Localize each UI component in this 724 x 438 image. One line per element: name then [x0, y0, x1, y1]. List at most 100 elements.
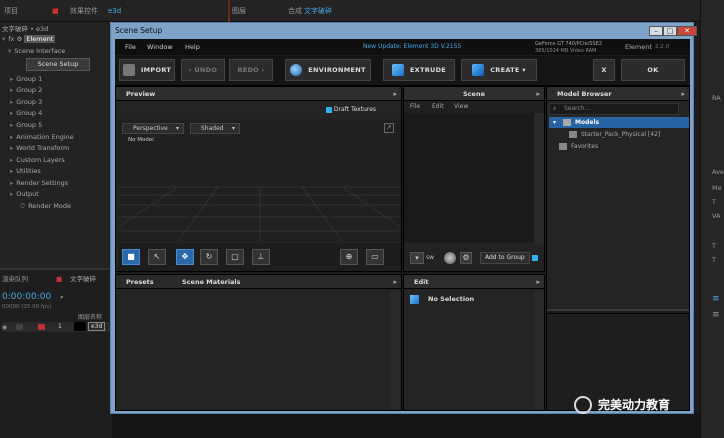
search-icon[interactable]: ⌕	[60, 292, 64, 303]
tab-presets[interactable]: Presets	[126, 278, 154, 286]
layer-name[interactable]: e3d	[88, 322, 106, 331]
menu-help[interactable]: Help	[185, 39, 200, 55]
tree-item-favorites[interactable]: Favorites	[559, 141, 598, 152]
chevron-right-icon[interactable]: ▸	[393, 275, 397, 289]
section-row[interactable]: ▸ World Transform	[10, 143, 69, 154]
render-mode-label: Render Mode	[28, 202, 71, 210]
group-row[interactable]: ▸ Group 2	[10, 85, 42, 96]
folder-icon[interactable]: ▾	[410, 252, 424, 264]
add-to-group-button[interactable]: Add to Group	[480, 252, 530, 264]
tab-e3d[interactable]: e3d	[108, 4, 121, 18]
close-icon[interactable]: ■	[56, 274, 62, 285]
redo-button[interactable]: REDO ›	[229, 59, 273, 81]
close-icon[interactable]: ✕	[677, 26, 697, 36]
group-row[interactable]: ▸ Group 1	[10, 74, 42, 85]
effect-header[interactable]: ▾ fx ⚙ Element	[2, 34, 56, 45]
fps-readout: 00000 (25.00 fps)	[2, 304, 52, 310]
scene-interface-row[interactable]: ▾ Scene Interface	[8, 46, 65, 57]
section-row[interactable]: ▸ Animation Engine	[10, 132, 74, 143]
environment-button[interactable]: ENVIRONMENT	[285, 59, 371, 81]
presets-scrollbar[interactable]	[390, 291, 400, 409]
maximize-icon[interactable]: □	[663, 26, 677, 36]
cancel-button[interactable]: X	[593, 59, 615, 81]
group-row[interactable]: ▸ Group 4	[10, 108, 42, 119]
material-icon[interactable]	[444, 252, 456, 264]
section-label: Animation Engine	[16, 133, 74, 141]
tab-effect-controls[interactable]: 效果控件	[70, 4, 98, 18]
settings-icon[interactable]: ⚙	[460, 252, 472, 264]
solo-toggle[interactable]	[16, 324, 23, 330]
section-row[interactable]: ▸ Output	[10, 189, 39, 200]
chevron-right-icon[interactable]: ▸	[536, 275, 540, 289]
scene-menu-file[interactable]: File	[410, 101, 420, 113]
tab-scene-materials[interactable]: Scene Materials	[182, 275, 241, 289]
tab-timeline-comp[interactable]: 文字破碎	[70, 274, 96, 285]
section-row[interactable]: ▸ Render Settings	[10, 178, 68, 189]
scene-scrollbar[interactable]	[534, 113, 544, 243]
chevron-right-icon[interactable]: ▸	[393, 87, 397, 101]
scene-menu-edit[interactable]: Edit	[432, 101, 444, 113]
update-notice[interactable]: New Update: Element 3D V.2155	[363, 39, 461, 55]
pivot-tool-icon[interactable]: ⊥	[252, 249, 270, 265]
section-row[interactable]: ▸ Custom Layers	[10, 155, 65, 166]
menu-file[interactable]: File	[125, 39, 136, 55]
environment-label: ENVIRONMENT	[308, 66, 366, 74]
extrude-button[interactable]: EXTRUDE	[383, 59, 455, 81]
switch-icon[interactable]: sw	[426, 254, 434, 261]
tab-project[interactable]: 项目	[4, 4, 18, 18]
monitor-icon[interactable]: ▭	[366, 249, 384, 265]
align-center-icon[interactable]: ≡	[712, 310, 720, 320]
checkbox[interactable]	[326, 106, 332, 113]
viewport[interactable]: Perspective ▾ Shaded ▾ ↗ No Model	[118, 119, 401, 241]
draft-textures-toggle[interactable]: Draft Textures	[326, 106, 376, 113]
rotate-tool-icon[interactable]: ↻	[200, 249, 218, 265]
menu-window[interactable]: Window	[147, 39, 173, 55]
minimize-icon[interactable]: –	[649, 26, 663, 36]
chevron-right-icon: ▸	[10, 156, 14, 164]
chevron-right-icon[interactable]: ▸	[536, 87, 540, 101]
group-label: Group 1	[16, 75, 43, 83]
scene-setup-button[interactable]: Scene Setup	[26, 58, 90, 71]
tree-item-pack[interactable]: Starter_Pack_Physical [42]	[569, 129, 660, 140]
import-button[interactable]: IMPORT	[119, 59, 175, 81]
create-button[interactable]: CREATE ▾	[461, 59, 537, 81]
align-left-icon[interactable]: ≡	[712, 294, 720, 304]
record-icon: ■	[52, 7, 59, 15]
scene-tree[interactable]	[404, 113, 534, 243]
scale-tool-icon[interactable]: ▢	[226, 249, 244, 265]
fullscreen-icon[interactable]: ↗	[384, 123, 394, 133]
scene-interface-label: Scene Interface	[14, 47, 66, 55]
select-tool-icon[interactable]: ↖	[148, 249, 166, 265]
group-row[interactable]: ▸ Group 5	[10, 120, 42, 131]
render-mode-row[interactable]: ⏱ Render Mode	[20, 201, 71, 212]
tab-comp-name[interactable]: 文字破碎	[304, 4, 332, 18]
table-row[interactable]: ◉ 1 e3d	[2, 322, 112, 332]
shading-dropdown[interactable]: Shaded ▾	[190, 123, 240, 134]
app-tab-bar: 项目 ■ 效果控件 e3d 图层 合成 文字破碎	[0, 0, 724, 22]
search-input[interactable]: ⌕ Search...	[549, 103, 679, 115]
ok-button[interactable]: OK	[621, 59, 685, 81]
camera-tool-icon[interactable]: ■	[122, 249, 140, 265]
eye-icon[interactable]: ◉	[2, 324, 7, 331]
move-tool-icon[interactable]: ✥	[176, 249, 194, 265]
tab-render-queue[interactable]: 渲染队列	[2, 274, 28, 285]
edit-scrollbar[interactable]	[534, 291, 544, 409]
target-icon[interactable]: ⊕	[340, 249, 358, 265]
tab-layer[interactable]: 图层	[232, 4, 246, 18]
tree-item-models[interactable]: ▾ Models	[549, 117, 689, 128]
dialog-titlebar[interactable]: Scene Setup	[111, 23, 693, 39]
effect-controls-panel: 文字破碎 • e3d ▾ fx ⚙ Element ▾ Scene Interfac…	[0, 22, 112, 268]
section-row[interactable]: ▸ Utilities	[10, 166, 41, 177]
redo-label: REDO	[237, 66, 260, 74]
layer-color-label[interactable]	[38, 324, 45, 330]
tab-comp[interactable]: 合成	[288, 4, 302, 18]
chevron-right-icon[interactable]: ▸	[681, 87, 685, 101]
group-checkbox[interactable]	[532, 255, 538, 261]
group-row[interactable]: ▸ Group 3	[10, 97, 42, 108]
scene-menu-view[interactable]: View	[454, 101, 468, 113]
camera-dropdown[interactable]: Perspective ▾	[122, 123, 184, 134]
undo-button[interactable]: ‹ UNDO	[181, 59, 225, 81]
scene-panel: Scene ▸ File Edit View ▾ sw ⚙ Add to Grou…	[403, 86, 545, 272]
search-placeholder: Search...	[564, 105, 591, 112]
stopwatch-icon: ⏱	[20, 202, 26, 210]
